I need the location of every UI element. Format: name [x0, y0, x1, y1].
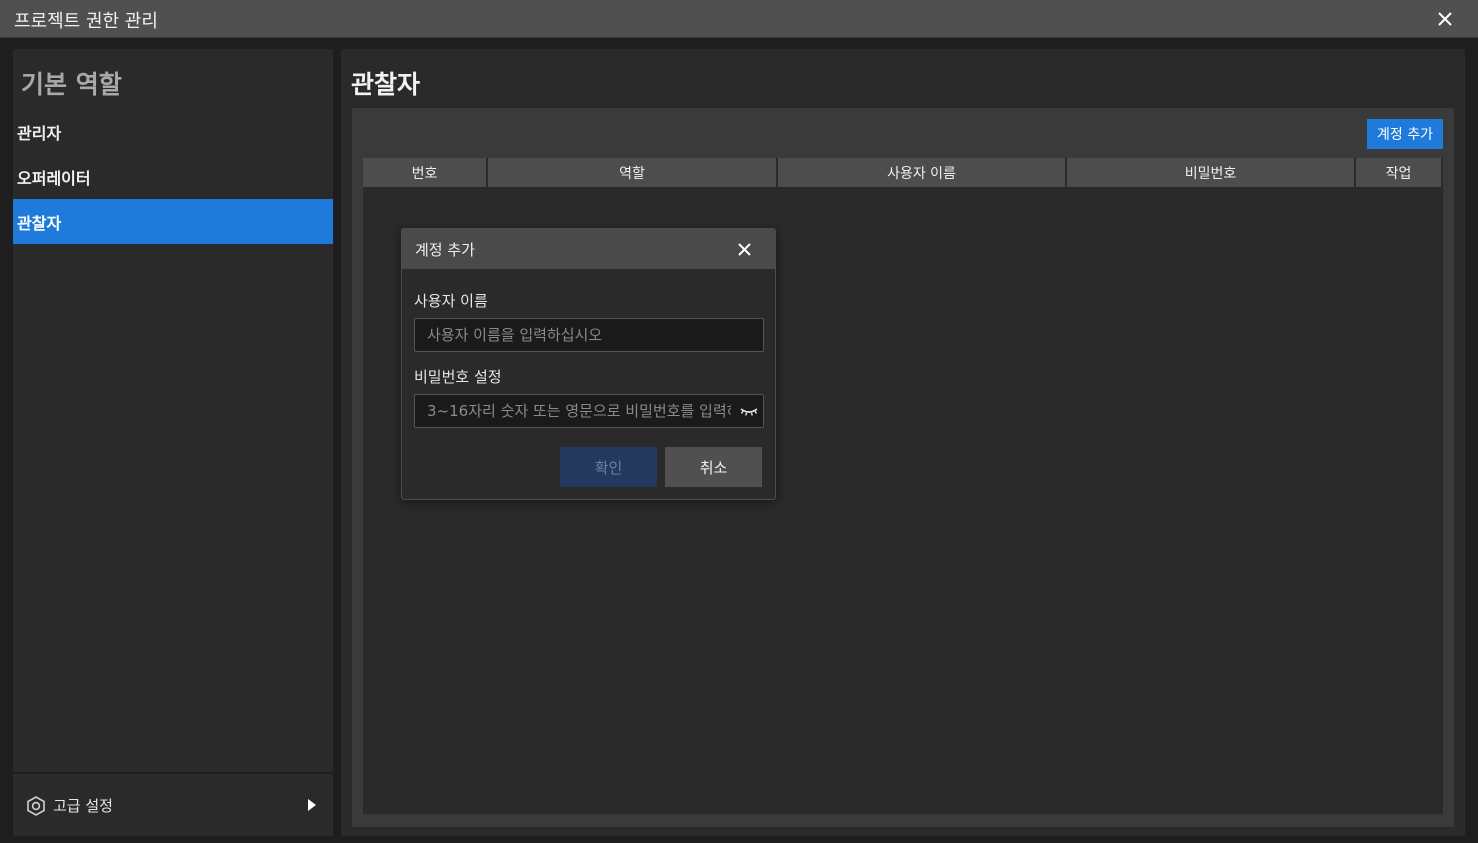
- advanced-settings-button[interactable]: 고급 설정: [13, 774, 333, 836]
- dialog-close-button[interactable]: [734, 239, 754, 259]
- dialog-title: 계정 추가: [415, 241, 475, 259]
- chevron-right-icon: [308, 799, 316, 811]
- sidebar-item-admin[interactable]: 관리자: [13, 109, 333, 154]
- column-header-role[interactable]: 역할: [488, 158, 778, 187]
- username-input[interactable]: [414, 318, 764, 352]
- confirm-button[interactable]: 확인: [560, 447, 657, 487]
- table-header: 번호 역할 사용자 이름 비밀번호 작업: [363, 158, 1443, 187]
- column-header-action[interactable]: 작업: [1356, 158, 1443, 187]
- password-label: 비밀번호 설정: [414, 368, 502, 386]
- column-header-number[interactable]: 번호: [363, 158, 488, 187]
- sidebar-heading: 기본 역할: [21, 70, 122, 99]
- eye-closed-icon[interactable]: [739, 403, 759, 419]
- close-icon: [737, 242, 751, 256]
- dialog-header: 계정 추가: [402, 229, 775, 269]
- add-account-dialog: 계정 추가 사용자 이름 비밀번호 설정 확인 취소: [401, 228, 776, 500]
- window-titlebar: 프로젝트 권한 관리: [0, 0, 1478, 38]
- sidebar-item-label: 오퍼레이터: [17, 168, 91, 188]
- sidebar-item-operator[interactable]: 오퍼레이터: [13, 154, 333, 199]
- roles-sidebar: 기본 역할 관리자 오퍼레이터 관찰자 고급 설정: [13, 49, 333, 836]
- password-input[interactable]: [414, 394, 764, 428]
- cancel-button[interactable]: 취소: [665, 447, 762, 487]
- sidebar-item-label: 관찰자: [17, 213, 62, 233]
- sidebar-item-label: 관리자: [17, 123, 62, 143]
- window-title: 프로젝트 권한 관리: [14, 11, 158, 32]
- username-label: 사용자 이름: [414, 292, 488, 310]
- advanced-settings-label: 고급 설정: [53, 797, 113, 815]
- sidebar-item-observer[interactable]: 관찰자: [13, 199, 333, 244]
- close-icon: [1438, 12, 1452, 26]
- column-header-password[interactable]: 비밀번호: [1067, 158, 1356, 187]
- gear-icon: [27, 796, 45, 816]
- column-header-username[interactable]: 사용자 이름: [778, 158, 1067, 187]
- page-title: 관찰자: [351, 70, 421, 99]
- window-close-button[interactable]: [1434, 8, 1456, 30]
- add-account-button[interactable]: 계정 추가: [1367, 119, 1443, 149]
